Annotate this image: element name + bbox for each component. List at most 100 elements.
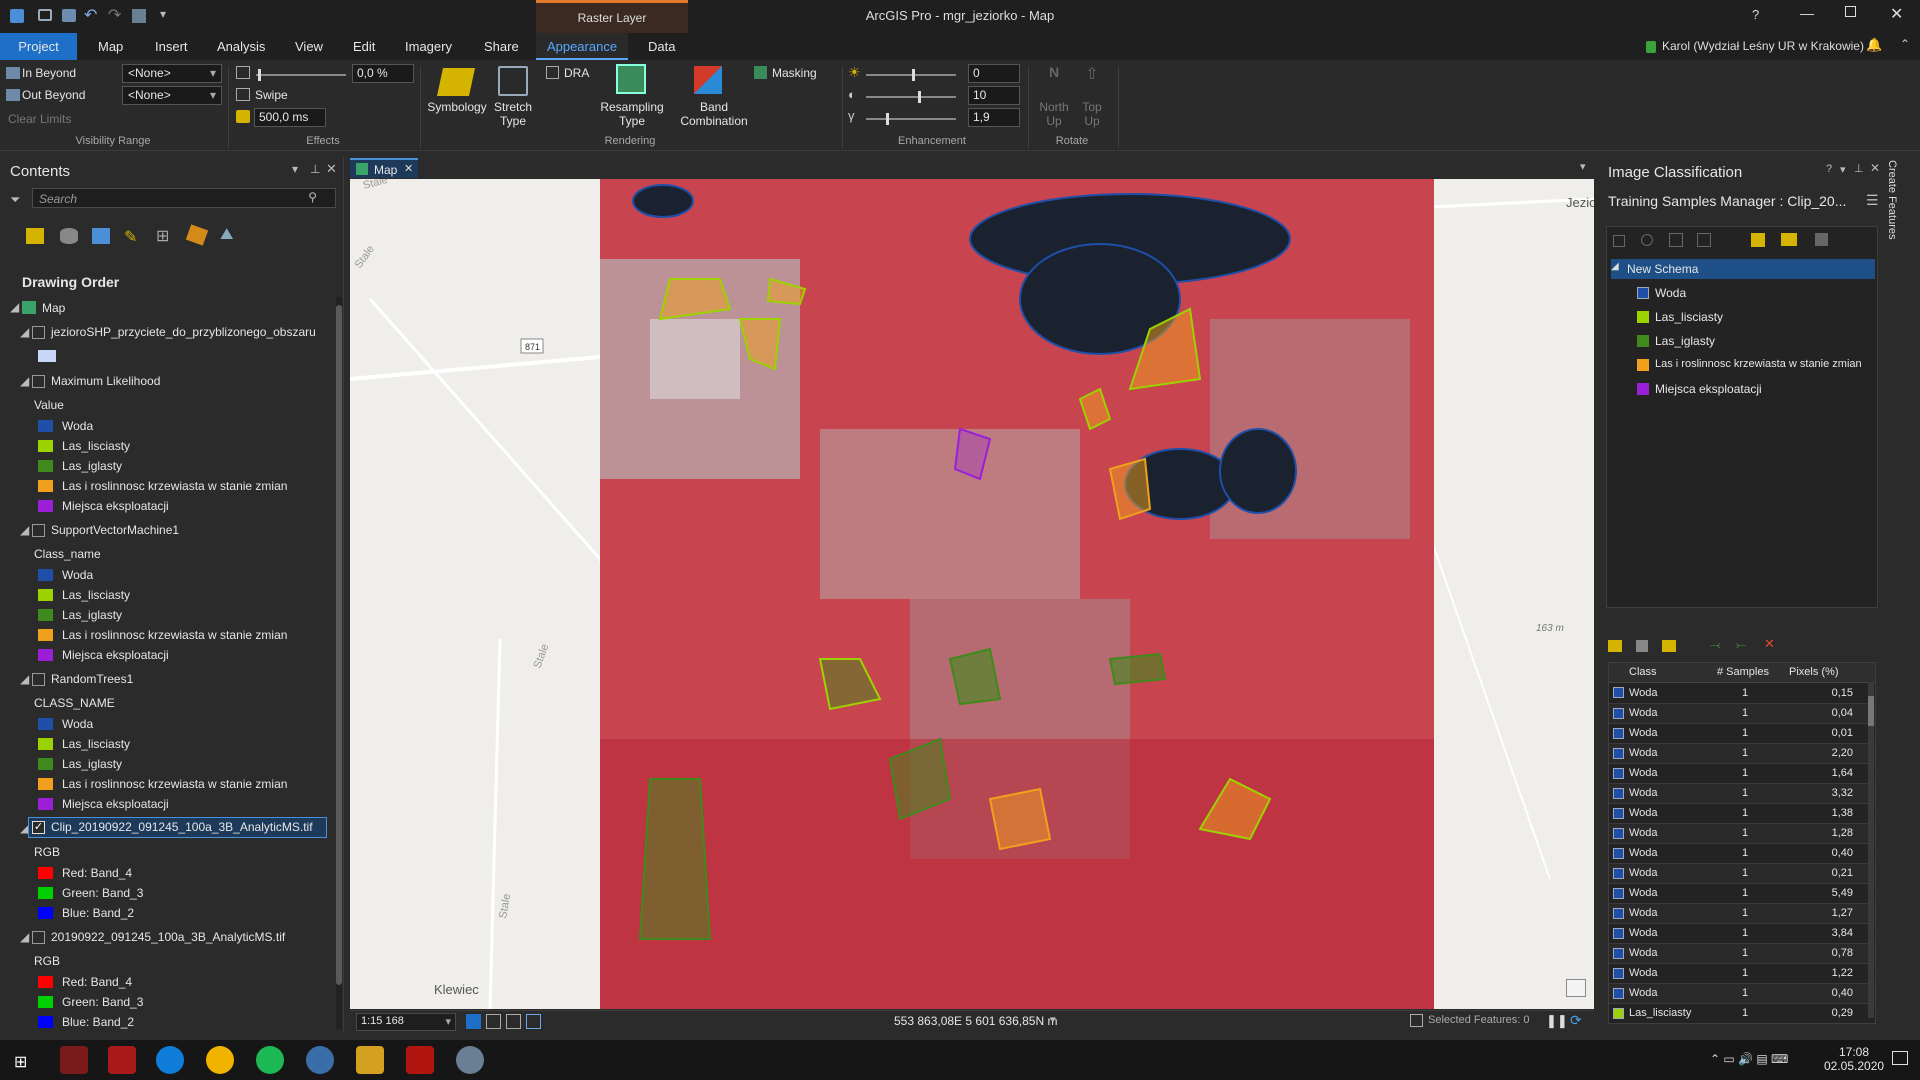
expand-schema-icon[interactable]: ◢ bbox=[1611, 261, 1619, 272]
expand-layer-icon[interactable]: ◢ bbox=[20, 523, 29, 537]
notification-icon[interactable]: 🔔 bbox=[1866, 37, 1882, 53]
layer-shp[interactable]: jezioroSHP_przyciete_do_przyblizonego_ob… bbox=[51, 325, 316, 339]
table-row[interactable]: Las_lisciasty 1 0,29 bbox=[1609, 1003, 1875, 1023]
top-up-button[interactable]: Top Up bbox=[1074, 100, 1110, 128]
tab-view[interactable]: View bbox=[285, 33, 333, 60]
class-swatch[interactable] bbox=[38, 460, 53, 472]
table-row[interactable]: Woda 1 2,20 bbox=[1609, 743, 1875, 764]
column-samples[interactable]: # Samples bbox=[1717, 666, 1769, 678]
navigator-icon[interactable] bbox=[466, 1014, 481, 1029]
swipe-button[interactable]: Swipe bbox=[255, 88, 288, 102]
list-by-data-source-icon[interactable] bbox=[60, 228, 78, 244]
help-button[interactable]: ? bbox=[1752, 7, 1759, 22]
polygon-draw-icon[interactable] bbox=[1669, 233, 1683, 247]
table-row[interactable]: Woda 1 0,21 bbox=[1609, 863, 1875, 884]
table-row[interactable]: Woda 1 1,64 bbox=[1609, 763, 1875, 784]
contrast-input[interactable]: 10 bbox=[968, 86, 1020, 105]
layer-visibility-checkbox[interactable] bbox=[32, 524, 45, 537]
expand-layer-icon[interactable]: ◢ bbox=[20, 930, 29, 944]
clock[interactable]: 17:08 02.05.2020 bbox=[1824, 1045, 1884, 1073]
add-class-icon[interactable] bbox=[1641, 234, 1653, 246]
pane-menu-icon[interactable]: ▾ bbox=[292, 162, 298, 176]
app-icon[interactable] bbox=[108, 1046, 136, 1074]
flicker-input[interactable]: 500,0 ms bbox=[254, 108, 326, 127]
class-swatch[interactable] bbox=[38, 480, 53, 492]
list-by-snapping-icon[interactable]: ⊞ bbox=[156, 226, 169, 246]
expand-layer-icon[interactable]: ◢ bbox=[20, 325, 29, 339]
class-swatch[interactable] bbox=[38, 738, 53, 750]
in-beyond-select[interactable]: <None> ▾ bbox=[122, 64, 222, 83]
masking-button[interactable]: Masking bbox=[772, 66, 817, 80]
tab-analysis[interactable]: Analysis bbox=[207, 33, 275, 60]
action-center-icon[interactable] bbox=[1892, 1051, 1908, 1065]
symbology-button[interactable]: Symbology bbox=[424, 100, 490, 114]
save-samples-icon[interactable] bbox=[1636, 640, 1648, 652]
class-swatch[interactable] bbox=[38, 589, 53, 601]
search-icon[interactable]: ⚲ bbox=[308, 190, 317, 204]
restore-button[interactable] bbox=[1845, 6, 1856, 17]
collapse-ribbon-icon[interactable]: ⌃ bbox=[1900, 37, 1910, 51]
file-explorer-icon[interactable] bbox=[356, 1046, 384, 1074]
layer-visibility-checkbox[interactable] bbox=[32, 326, 45, 339]
layer-full-image[interactable]: 20190922_091245_100a_3B_AnalyticMS.tif bbox=[51, 930, 285, 944]
selected-features-label[interactable]: Selected Features: 0 bbox=[1428, 1014, 1530, 1026]
tab-project[interactable]: Project bbox=[0, 33, 77, 60]
contents-scrollbar[interactable] bbox=[336, 297, 342, 1029]
tab-overflow-icon[interactable]: ▾ bbox=[1580, 160, 1586, 173]
clear-limits-button[interactable]: Clear Limits bbox=[8, 112, 71, 126]
expand-map-icon[interactable]: ◢ bbox=[10, 300, 19, 314]
layer-visibility-checkbox[interactable] bbox=[32, 931, 45, 944]
out-beyond-select[interactable]: <None> ▾ bbox=[122, 86, 222, 105]
create-new-schema-icon[interactable] bbox=[1613, 235, 1625, 247]
map-canvas[interactable]: Stale Stale Stale Stale 871 Klewiec Jezi… bbox=[350, 179, 1594, 1009]
north-up-button[interactable]: North Up bbox=[1034, 100, 1074, 128]
table-row[interactable]: Woda 1 1,28 bbox=[1609, 823, 1875, 844]
layout-icon[interactable] bbox=[132, 9, 146, 23]
contrast-slider[interactable] bbox=[866, 91, 956, 103]
edge-icon[interactable] bbox=[156, 1046, 184, 1074]
help-icon[interactable]: ? bbox=[1826, 163, 1832, 175]
save-as-icon[interactable] bbox=[1662, 640, 1676, 652]
merge-icon[interactable]: ⤙ bbox=[1710, 637, 1720, 653]
class-swatch[interactable] bbox=[38, 420, 53, 432]
split-icon[interactable]: ⤚ bbox=[1736, 637, 1746, 653]
close-pane-icon[interactable]: ✕ bbox=[1870, 161, 1880, 175]
schema-class[interactable]: Las i roslinnosc krzewiasta w stanie zmi… bbox=[1655, 358, 1862, 370]
layer-visibility-checkbox-checked[interactable]: ✓ bbox=[32, 821, 45, 834]
dra-button[interactable]: DRA bbox=[564, 66, 589, 80]
layer-clip[interactable]: Clip_20190922_091245_100a_3B_AnalyticMS.… bbox=[51, 820, 313, 834]
coordinate-format-icon[interactable]: ▾ bbox=[1050, 1013, 1056, 1026]
schema-class[interactable]: Woda bbox=[1655, 286, 1686, 300]
close-pane-icon[interactable]: ✕ bbox=[326, 161, 337, 177]
class-swatch[interactable] bbox=[38, 500, 53, 512]
band-combination-button[interactable]: Band Combination bbox=[672, 100, 756, 128]
schema-class[interactable]: Miejsca eksploatacji bbox=[1655, 382, 1762, 396]
onenote-icon[interactable] bbox=[60, 1046, 88, 1074]
acrobat-icon[interactable] bbox=[406, 1046, 434, 1074]
map-tab[interactable]: Map ✕ bbox=[350, 158, 418, 178]
expand-layer-icon[interactable]: ◢ bbox=[20, 374, 29, 388]
new-schema-icon[interactable] bbox=[1751, 233, 1765, 247]
fixed-zoom-icon[interactable] bbox=[486, 1014, 501, 1029]
table-row[interactable]: Woda 1 0,15 bbox=[1609, 683, 1875, 704]
layer-maximum-likelihood[interactable]: Maximum Likelihood bbox=[51, 374, 160, 388]
close-button[interactable]: ✕ bbox=[1890, 4, 1903, 24]
tray-icons[interactable]: ⌃ ▭ 🔊 ▤ ⌨ bbox=[1710, 1052, 1788, 1066]
chrome-canary-icon[interactable] bbox=[206, 1046, 234, 1074]
class-swatch[interactable] bbox=[38, 609, 53, 621]
pin-icon[interactable]: ⊥ bbox=[1854, 162, 1864, 175]
expand-layer-icon[interactable]: ◢ bbox=[20, 672, 29, 686]
table-row[interactable]: Woda 1 0,04 bbox=[1609, 703, 1875, 724]
resampling-type-button[interactable]: Resampling Type bbox=[596, 100, 668, 128]
transparency-slider[interactable] bbox=[256, 69, 346, 81]
layer-visibility-checkbox[interactable] bbox=[32, 673, 45, 686]
table-row[interactable]: Woda 1 5,49 bbox=[1609, 883, 1875, 904]
brightness-input[interactable]: 0 bbox=[968, 64, 1020, 83]
class-swatch[interactable] bbox=[38, 440, 53, 452]
layer-svm[interactable]: SupportVectorMachine1 bbox=[51, 523, 179, 537]
open-samples-icon[interactable] bbox=[1608, 640, 1622, 652]
brightness-slider[interactable] bbox=[866, 69, 956, 81]
stretch-type-button[interactable]: Stretch Type bbox=[488, 100, 538, 128]
app-icon[interactable] bbox=[456, 1046, 484, 1074]
class-swatch[interactable] bbox=[38, 569, 53, 581]
